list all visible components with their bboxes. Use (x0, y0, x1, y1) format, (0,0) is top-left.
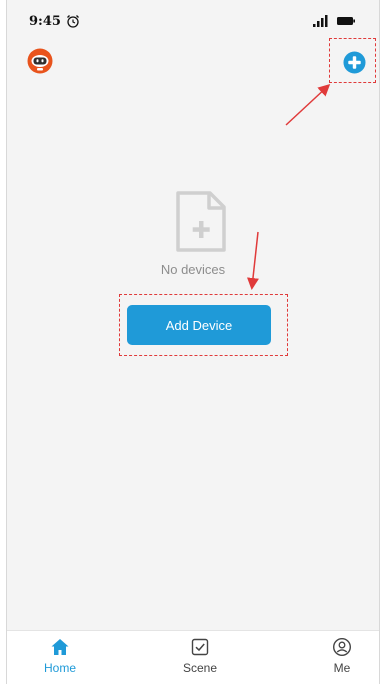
app-screen: 9:45 No devices Add Device Home Scene Me (6, 0, 380, 684)
document-add-icon (176, 191, 226, 252)
arrow-to-add-icon (285, 83, 331, 126)
robot-avatar-icon[interactable] (27, 48, 53, 74)
arrow-to-add-button (247, 231, 259, 290)
tab-home-label: Home (43, 661, 76, 675)
home-icon (51, 639, 69, 655)
alarm-clock-icon (67, 15, 79, 28)
status-time: 9:45 (29, 14, 61, 29)
tab-me-label: Me (333, 661, 351, 675)
checkbox-icon (191, 638, 209, 656)
add-device-button[interactable]: Add Device (127, 305, 271, 345)
signal-bars-icon (313, 15, 328, 27)
user-circle-icon (332, 637, 352, 657)
bottom-tab-bar: Home Scene Me (7, 630, 379, 684)
status-bar: 9:45 (7, 0, 379, 32)
tab-scene[interactable]: Scene (165, 637, 235, 675)
tab-scene-label: Scene (182, 661, 218, 675)
add-device-icon-button[interactable] (339, 47, 369, 77)
tab-me[interactable]: Me (307, 637, 377, 675)
plus-circle-icon (342, 50, 366, 74)
battery-icon (337, 17, 355, 25)
tab-home[interactable]: Home (25, 637, 95, 675)
empty-state-message: No devices (160, 262, 226, 277)
